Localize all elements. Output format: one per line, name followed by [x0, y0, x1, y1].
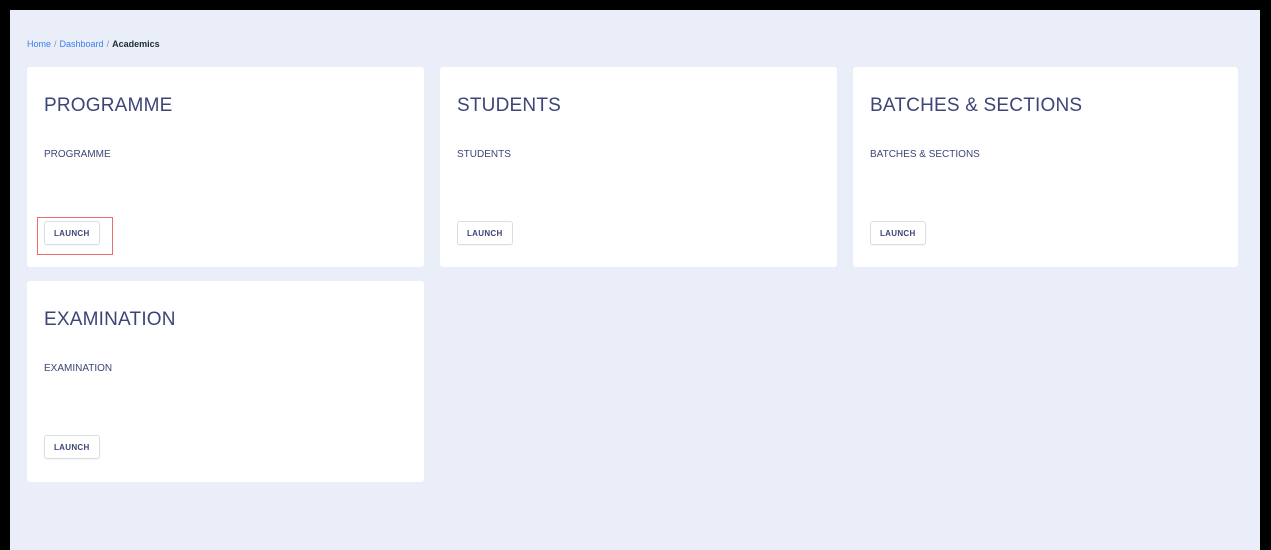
launch-examination-button[interactable]: LAUNCH — [44, 435, 100, 459]
breadcrumb: Home / Dashboard / Academics — [27, 38, 160, 50]
card-title: STUDENTS — [457, 95, 561, 116]
card-subtitle: STUDENTS — [457, 149, 511, 160]
breadcrumb-current: Academics — [112, 39, 160, 49]
launch-programme-button[interactable]: LAUNCH — [44, 221, 100, 245]
breadcrumb-home-link[interactable]: Home — [27, 39, 51, 49]
card-title: PROGRAMME — [44, 95, 173, 116]
breadcrumb-dashboard-link[interactable]: Dashboard — [60, 39, 104, 49]
card-examination: EXAMINATION EXAMINATION LAUNCH — [27, 281, 424, 482]
card-students: STUDENTS STUDENTS LAUNCH — [440, 67, 837, 267]
card-subtitle: BATCHES & SECTIONS — [870, 149, 980, 160]
card-subtitle: PROGRAMME — [44, 149, 111, 160]
breadcrumb-separator: / — [106, 39, 110, 49]
breadcrumb-separator: / — [54, 39, 57, 49]
card-subtitle: EXAMINATION — [44, 363, 113, 374]
card-batches-sections: BATCHES & SECTIONS BATCHES & SECTIONS LA… — [853, 67, 1238, 267]
card-title: BATCHES & SECTIONS — [870, 95, 1083, 116]
launch-batches-sections-button[interactable]: LAUNCH — [870, 221, 926, 245]
launch-students-button[interactable]: LAUNCH — [457, 221, 513, 245]
app-window: Home / Dashboard / Academics PROGRAMME PROGR… — [0, 0, 1271, 550]
card-programme: PROGRAMME PROGRAMME LAUNCH — [27, 67, 424, 267]
card-title: EXAMINATION — [44, 309, 176, 330]
